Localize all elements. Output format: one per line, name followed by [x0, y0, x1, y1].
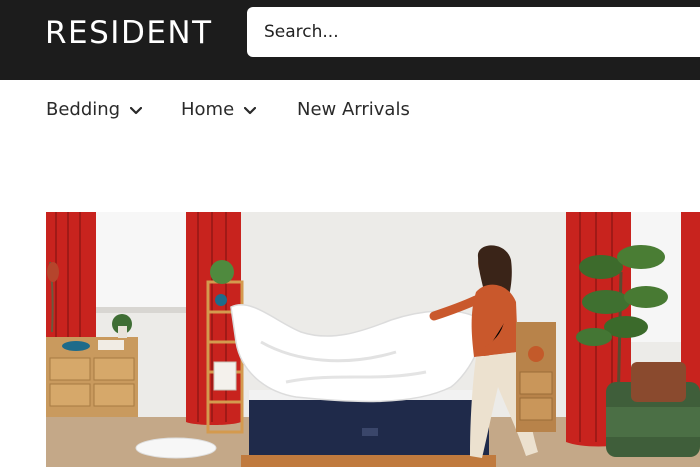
- resident-logo[interactable]: RESIDENT: [45, 15, 213, 51]
- site-header: RESIDENT: [0, 0, 700, 80]
- chevron-down-icon: [244, 107, 257, 115]
- main-nav: Bedding Home New Arrivals: [0, 80, 700, 140]
- nav-item-label: Bedding: [46, 99, 121, 120]
- nav-item-home[interactable]: Home: [181, 99, 257, 120]
- bedroom-scene-illustration: [46, 212, 700, 467]
- search-input[interactable]: [264, 22, 700, 42]
- nav-item-label: Home: [181, 99, 235, 120]
- chevron-down-icon: [130, 107, 143, 115]
- hero-banner-image[interactable]: [46, 212, 700, 467]
- nav-item-label: New Arrivals: [297, 99, 410, 120]
- nav-item-new-arrivals[interactable]: New Arrivals: [297, 99, 410, 120]
- search-box[interactable]: [247, 7, 700, 57]
- nav-item-bedding[interactable]: Bedding: [46, 99, 143, 120]
